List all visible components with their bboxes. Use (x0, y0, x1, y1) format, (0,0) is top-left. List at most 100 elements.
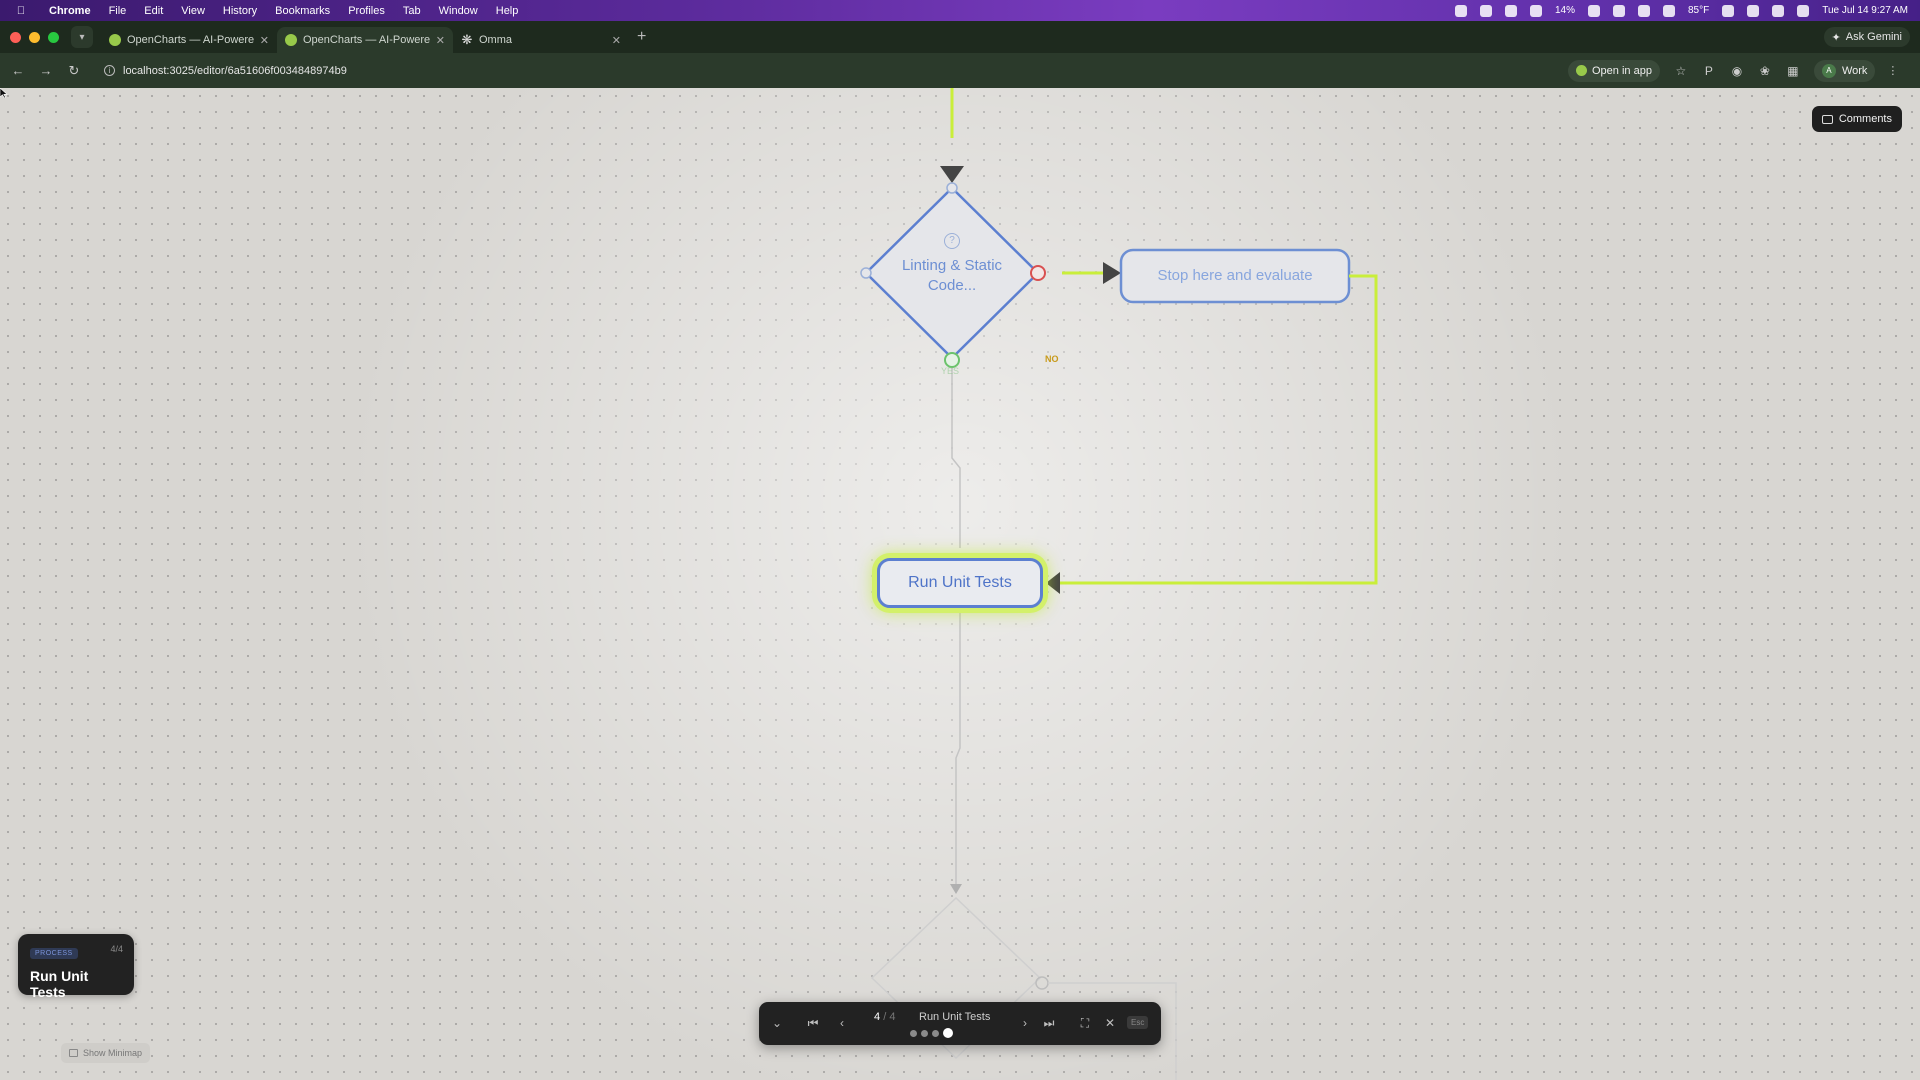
step-dot-4[interactable] (943, 1028, 953, 1038)
address-bar[interactable]: i localhost:3025/editor/6a51606f00348489… (94, 58, 1564, 84)
collapse-chevron-icon[interactable]: ⌄ (769, 1015, 785, 1031)
step-dot-2[interactable] (921, 1029, 928, 1037)
handle-left[interactable] (860, 267, 872, 279)
search-icon[interactable] (1797, 4, 1810, 17)
menu-view[interactable]: View (172, 5, 214, 17)
ask-gemini-button[interactable]: ✦ Ask Gemini (1823, 27, 1910, 47)
open-in-app-button[interactable]: Open in app (1568, 59, 1660, 82)
tab-search-chevron-icon[interactable]: ▾ (71, 26, 93, 48)
menu-profiles[interactable]: Profiles (339, 5, 394, 17)
show-minimap-label: Show Minimap (83, 1048, 143, 1058)
bolt-icon[interactable] (1587, 4, 1600, 17)
handle-top[interactable] (946, 182, 958, 194)
menu-history[interactable]: History (214, 5, 266, 17)
bluetooth-icon[interactable] (1479, 4, 1492, 17)
menu-bookmarks[interactable]: Bookmarks (266, 5, 339, 17)
minimize-window-button[interactable] (29, 31, 40, 43)
tab-omma[interactable]: ❋ Omma ✕ (453, 27, 629, 53)
process-step-count: 4/4 (110, 944, 123, 954)
status-app-icon-3[interactable] (1612, 4, 1625, 17)
close-window-button[interactable] (10, 31, 21, 43)
avatar: A (1821, 63, 1836, 78)
user-icon[interactable] (1747, 4, 1760, 17)
apple-icon[interactable]:  (14, 5, 28, 17)
menu-tab[interactable]: Tab (394, 5, 430, 17)
extensions-puzzle-icon[interactable]: ▦ (1786, 64, 1800, 78)
menu-window[interactable]: Window (430, 5, 487, 17)
edge-stop-to-run-tests[interactable] (1058, 274, 1378, 585)
wifi-icon[interactable] (1772, 4, 1785, 17)
step-dot-1[interactable] (910, 1029, 917, 1037)
process-badge: PROCESS (30, 948, 78, 959)
open-in-app-label: Open in app (1592, 64, 1652, 77)
tab-close-icon[interactable]: ✕ (260, 34, 269, 47)
tab-opencharts-2[interactable]: OpenCharts — AI-Powered F ✕ (277, 27, 453, 53)
status-app-icon[interactable] (1454, 4, 1467, 17)
status-app-icon-2[interactable] (1529, 4, 1542, 17)
opencharts-favicon-icon (1576, 65, 1587, 76)
first-step-icon[interactable]: ⏮ (805, 1015, 821, 1031)
browser-toolbar: ← → ↻ i localhost:3025/editor/6a51606f00… (0, 53, 1920, 88)
tab-close-icon[interactable]: ✕ (612, 34, 621, 47)
bookmark-star-icon[interactable]: ☆ (1674, 64, 1688, 78)
arrowhead-into-decision (940, 166, 964, 183)
site-info-icon[interactable]: i (104, 65, 115, 76)
menu-help[interactable]: Help (487, 5, 528, 17)
new-tab-plus-icon[interactable]: + (637, 28, 646, 46)
menubar-status-area: 14% 85°F Tue Jul 14 9:27 AM (1454, 4, 1920, 17)
browser-tab-strip: ▾ OpenCharts — AI-Powered F ✕ OpenCharts… (0, 21, 1920, 53)
reload-icon[interactable]: ↻ (64, 63, 84, 79)
next-step-icon[interactable]: › (1017, 1015, 1033, 1031)
esc-key-hint: Esc (1127, 1016, 1149, 1029)
show-minimap-button[interactable]: Show Minimap (61, 1043, 151, 1063)
menu-app-name[interactable]: Chrome (40, 5, 100, 17)
cpu-meter[interactable]: 14% (1555, 5, 1575, 16)
extension-eye-icon[interactable]: ◉ (1730, 64, 1744, 78)
macos-menubar:  Chrome File Edit View History Bookmark… (0, 0, 1920, 21)
weather-readout[interactable]: 85°F (1688, 5, 1709, 16)
minimap-icon (69, 1049, 78, 1057)
close-icon[interactable]: ✕ (1102, 1015, 1118, 1031)
url-text[interactable]: localhost:3025/editor/6a51606f0034848974… (123, 65, 347, 77)
menubar-clock[interactable]: Tue Jul 14 9:27 AM (1822, 5, 1908, 16)
no-branch-label: NO (1045, 354, 1059, 364)
more-options-icon[interactable]: ⋮ (1887, 64, 1898, 77)
extension-leaf-icon[interactable]: ❀ (1758, 64, 1772, 78)
fullscreen-window-button[interactable] (48, 31, 59, 43)
edge-run-tests-down-faded[interactable] (955, 613, 961, 888)
tab-opencharts-1[interactable]: OpenCharts — AI-Powered F ✕ (101, 27, 277, 53)
step-counter: 4 / 4 (874, 1011, 896, 1023)
record-icon[interactable] (1637, 4, 1650, 17)
faded-handle (1035, 976, 1049, 990)
current-step-title: Run Unit Tests (919, 1011, 991, 1023)
flowchart-canvas[interactable]: Comments ? Linting & Static Code... NO Y… (0, 88, 1920, 1080)
handle-no-output[interactable] (1030, 265, 1046, 281)
profile-chip[interactable]: A Work (1813, 59, 1876, 82)
current-step: 4 (874, 1011, 881, 1023)
cloud-icon[interactable] (1504, 4, 1517, 17)
process-step-title: Run Unit Tests (30, 968, 89, 1000)
previous-step-icon[interactable]: ‹ (834, 1015, 850, 1031)
decision-info-icon[interactable]: ? (944, 233, 960, 249)
run-unit-tests-label: Run Unit Tests (908, 574, 1012, 591)
comments-label: Comments (1838, 113, 1892, 125)
back-arrow-icon[interactable]: ← (8, 63, 28, 78)
menu-file[interactable]: File (100, 5, 136, 17)
forward-arrow-icon[interactable]: → (36, 63, 56, 78)
yes-branch-label: YES (941, 366, 960, 376)
comments-button[interactable]: Comments (1811, 106, 1902, 132)
tab-close-icon[interactable]: ✕ (436, 34, 445, 47)
edge-yes-faded[interactable] (951, 368, 961, 548)
step-dot-3[interactable] (932, 1029, 939, 1037)
control-center-icon[interactable] (1722, 4, 1735, 17)
gemini-sparkle-icon: ✦ (1831, 31, 1841, 44)
step-progress-dots (910, 1028, 953, 1038)
globe-icon[interactable] (1662, 4, 1675, 17)
last-step-icon[interactable]: ⏭ (1041, 1015, 1057, 1031)
extension-p-icon[interactable]: P (1702, 64, 1716, 78)
fullscreen-icon[interactable]: ⛶ (1077, 1015, 1093, 1031)
menu-edit[interactable]: Edit (135, 5, 172, 17)
handle-yes-output[interactable] (944, 352, 960, 368)
stop-node-label: Stop here and evaluate (1157, 267, 1313, 284)
mouse-cursor-icon (0, 88, 8, 98)
